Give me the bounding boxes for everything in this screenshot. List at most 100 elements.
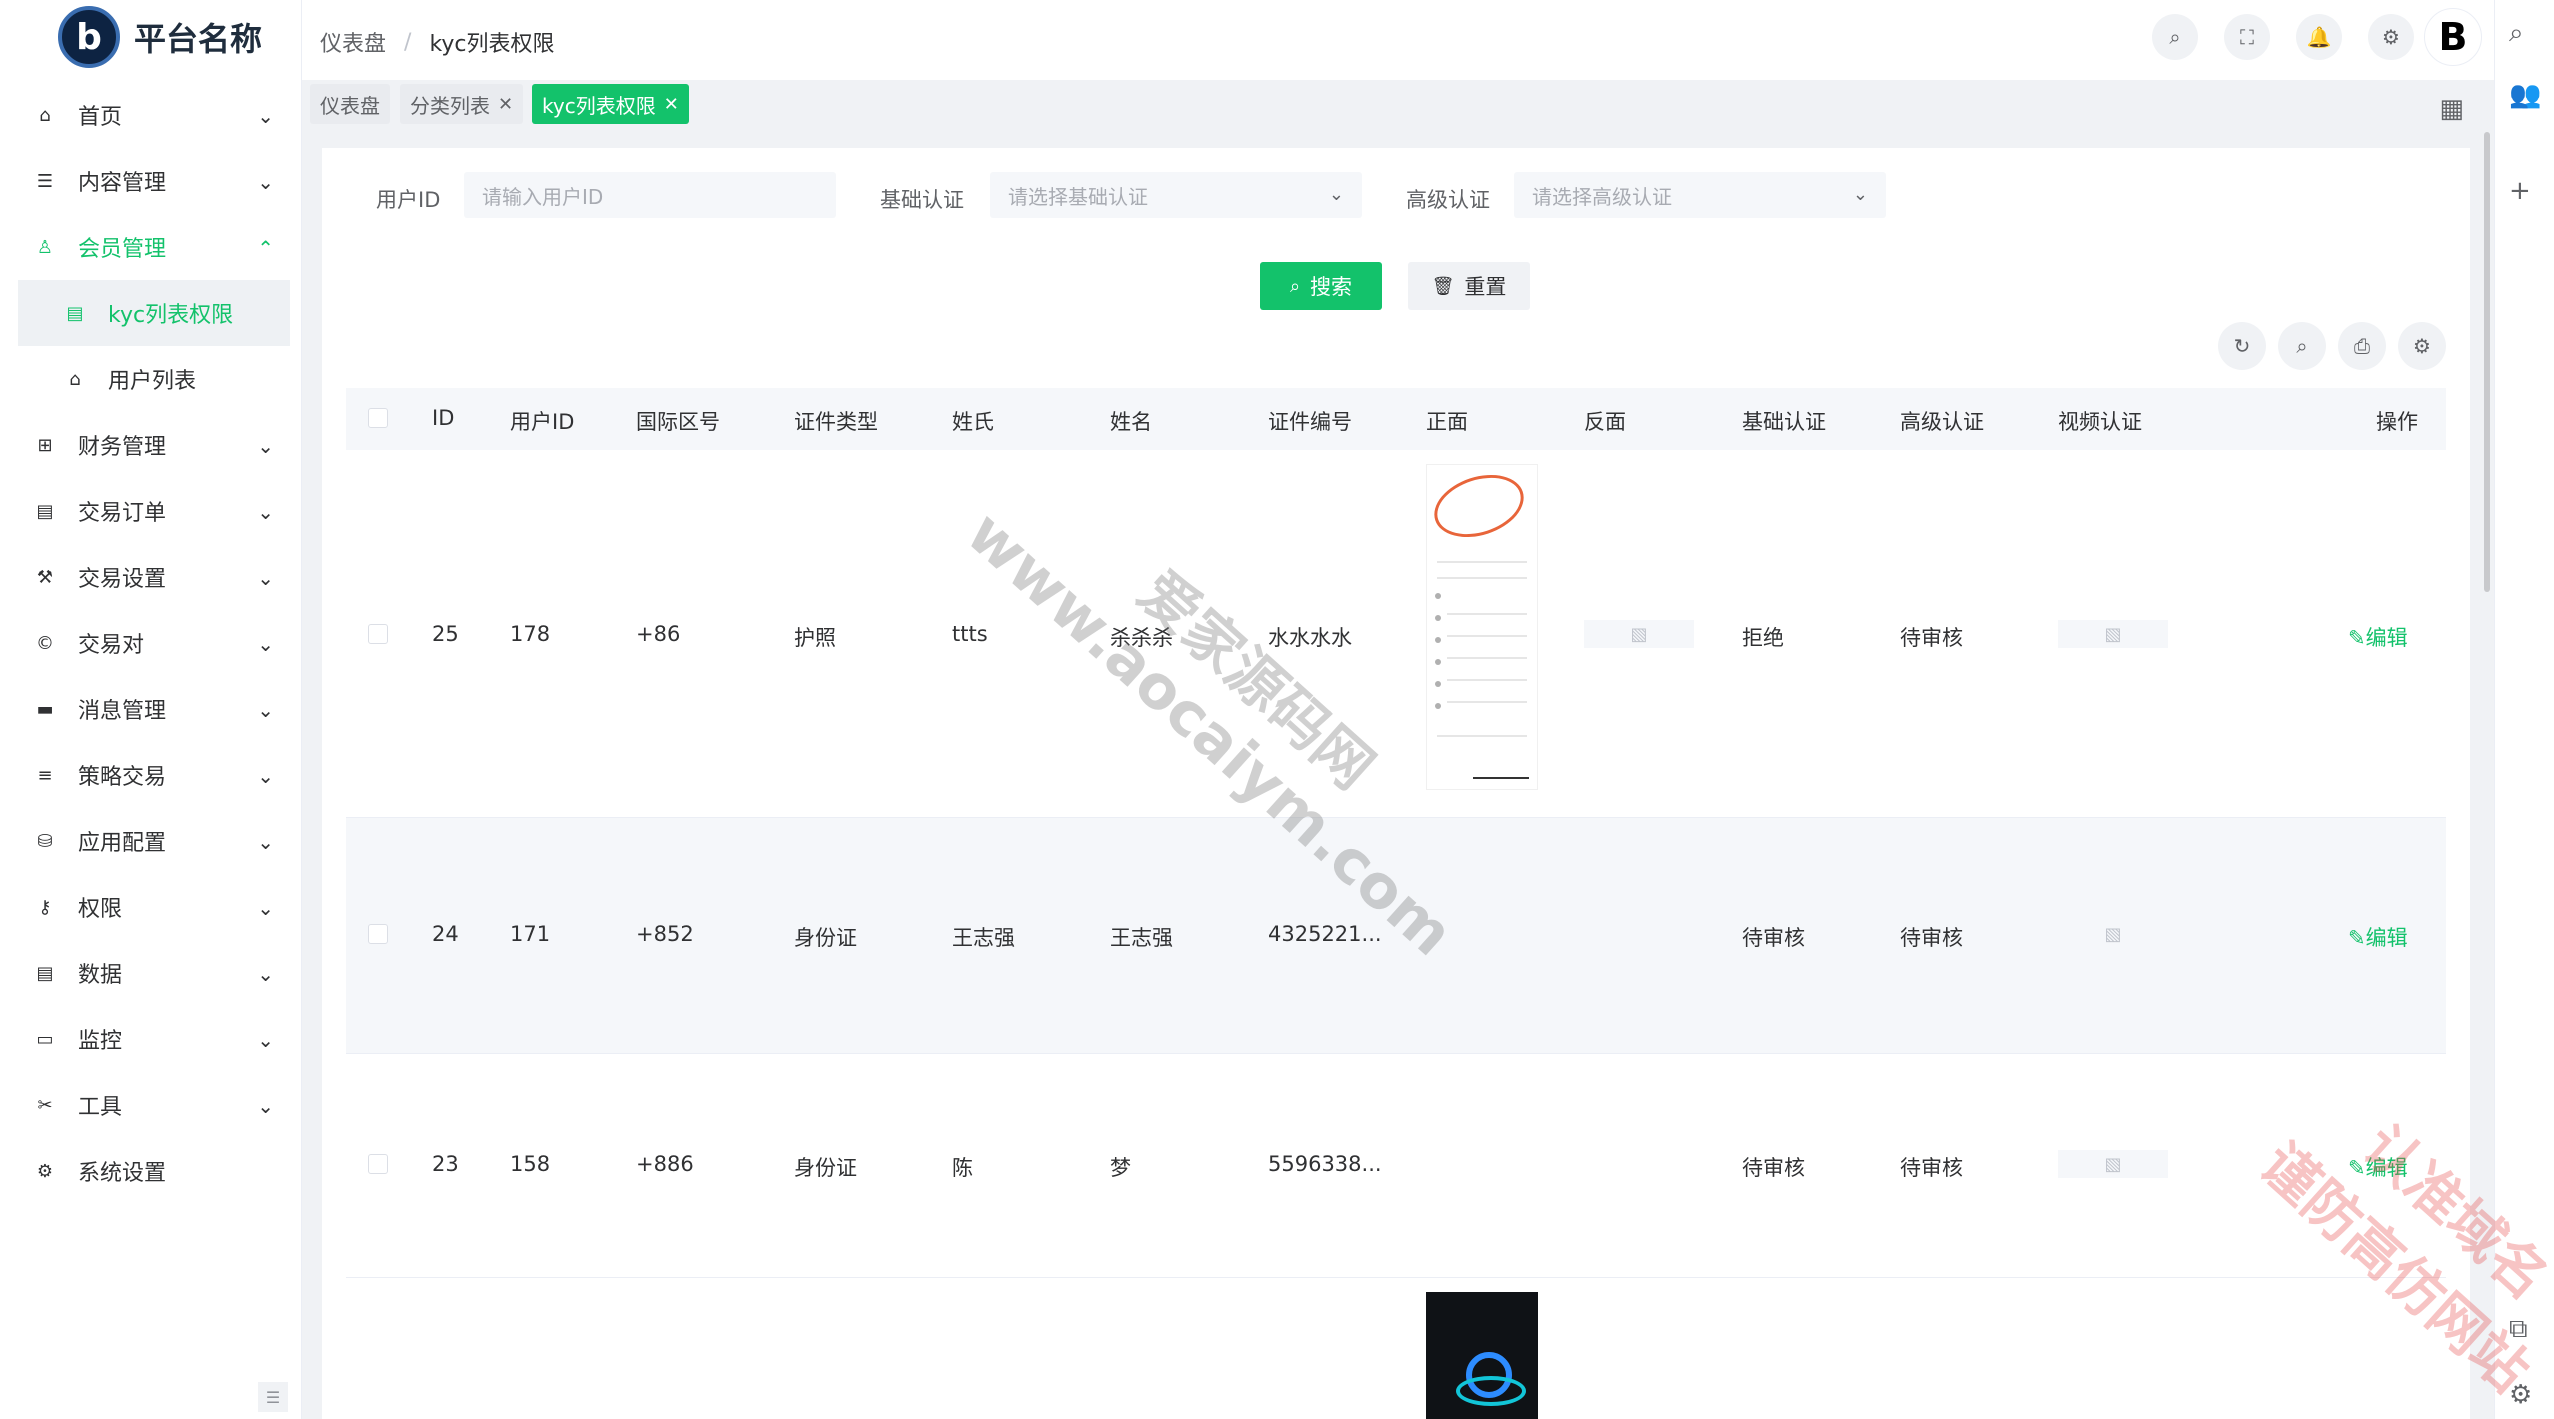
print-icon[interactable]: ⎙ (2338, 322, 2386, 370)
avatar[interactable]: B (2424, 8, 2482, 66)
tag-kyc-list[interactable]: kyc列表权限 ✕ (532, 84, 689, 124)
cell-user-id: 158 (510, 1152, 551, 1176)
breadcrumb: 仪表盘 / kyc列表权限 (320, 26, 555, 58)
tag-label: kyc列表权限 (542, 93, 656, 118)
front-image[interactable] (1426, 1292, 1538, 1419)
gear-icon[interactable]: ⚙ (2509, 1380, 2532, 1410)
search-button[interactable]: ⌕ 搜索 (1260, 262, 1382, 310)
screenshot-dot (1435, 681, 1441, 687)
advanced-auth-label: 高级认证 (1406, 188, 1490, 212)
basic-auth-placeholder: 请选择基础认证 (1008, 184, 1148, 209)
sidebar-item[interactable]: © 交易对 ⌄ (18, 610, 290, 676)
cell-area-code: +852 (636, 922, 694, 946)
row-checkbox[interactable] (368, 1154, 388, 1174)
sidebar-item[interactable]: ♙ 会员管理 ⌃ (18, 214, 290, 280)
sidebar-item[interactable]: ⛁ 应用配置 ⌄ (18, 808, 290, 874)
chevron-down-icon: ⌄ (257, 434, 274, 458)
sidebar-item-label: 会员管理 (78, 237, 167, 262)
logo[interactable]: b 平台名称 (58, 6, 262, 68)
scrollbar-thumb[interactable] (2484, 132, 2490, 592)
select-all-checkbox[interactable] (368, 408, 388, 428)
sidebar-item-label: 应用配置 (78, 831, 167, 856)
cell-surname: ttts (952, 622, 988, 646)
sidebar-item[interactable]: ✂ 工具 ⌄ (18, 1072, 290, 1138)
reset-button[interactable]: 🗑 重置 (1408, 262, 1530, 310)
sidebar-item[interactable]: ▤ 交易订单 ⌄ (18, 478, 290, 544)
search-icon[interactable]: ⌕ (2278, 322, 2326, 370)
add-icon[interactable]: + (2509, 176, 2531, 206)
basic-auth-label: 基础认证 (880, 188, 964, 212)
refresh-icon[interactable]: ↻ (2218, 322, 2266, 370)
sidebar-item[interactable]: ▤ 数据 ⌄ (18, 940, 290, 1006)
user-id-input[interactable]: 请输入用户ID (464, 172, 836, 218)
cell-id: 23 (432, 1152, 459, 1176)
cell-basic-auth: 拒绝 (1742, 626, 1784, 650)
sidebar-item[interactable]: ▤ kyc列表权限 (18, 280, 290, 346)
edit-button[interactable]: ✎编辑 (2348, 622, 2408, 652)
advanced-auth-select[interactable]: 请选择高级认证 ⌄ (1514, 172, 1886, 218)
cell-id: 25 (432, 622, 459, 646)
close-icon[interactable]: ✕ (498, 94, 513, 115)
gear-icon[interactable]: ⚙ (2368, 14, 2414, 60)
chevron-down-icon: ⌄ (257, 170, 274, 194)
tag-category-list[interactable]: 分类列表 ✕ (400, 84, 524, 124)
sidebar-item[interactable]: ▬ 消息管理 ⌄ (18, 676, 290, 742)
edit-button[interactable]: ✎编辑 (2348, 1152, 2408, 1182)
app-logo-ring (1456, 1376, 1526, 1406)
sidebar-item[interactable]: ⚒ 交易设置 ⌄ (18, 544, 290, 610)
sidebar-item[interactable]: ⊞ 财务管理 ⌄ (18, 412, 290, 478)
sidebar-item[interactable]: ⌂ 首页 ⌄ (18, 82, 290, 148)
tag-dashboard[interactable]: 仪表盘 (310, 84, 390, 124)
cell-doc-type: 身份证 (794, 926, 857, 950)
cell-basic-auth: 待审核 (1742, 926, 1805, 950)
cell-doc-no: 4325221... (1268, 922, 1382, 946)
sidebar-item[interactable]: ▭ 监控 ⌄ (18, 1006, 290, 1072)
edit-button[interactable]: ✎编辑 (2348, 922, 2408, 952)
image-placeholder-icon: ▧ (1584, 620, 1694, 648)
cell-advanced-auth: 待审核 (1900, 1156, 1963, 1180)
sidebar-item-label: 内容管理 (78, 171, 167, 196)
search-button-label: 搜索 (1310, 275, 1353, 299)
column-header: ID (432, 406, 455, 430)
chevron-down-icon: ⌄ (257, 1094, 274, 1118)
sidebar-item[interactable]: ⌂ 用户列表 (18, 346, 290, 412)
close-icon[interactable]: ✕ (664, 94, 679, 115)
cell-doc-type: 护照 (794, 626, 836, 650)
sidebar-menu: ⌂ 首页 ⌄ ☰ 内容管理 ⌄ ♙ 会员管理 ⌃ ▤ kyc列表权限 ⌂ 用户列表 ⊞ 财务管理 ⌄ ▤ 交易订单… (18, 82, 290, 1204)
row-checkbox[interactable] (368, 924, 388, 944)
screenshot-line (1447, 701, 1527, 703)
table-toolbar: ↻ ⌕ ⎙ ⚙ (2206, 322, 2446, 370)
fullscreen-icon[interactable]: ⛶ (2224, 14, 2270, 60)
image-placeholder-icon: ▧ (2104, 923, 2122, 945)
sidebar-item-label: 消息管理 (78, 699, 167, 724)
chevron-down-icon: ⌄ (257, 500, 274, 524)
column-header: 证件类型 (794, 410, 878, 434)
sidebar-item[interactable]: ☰ 内容管理 ⌄ (18, 148, 290, 214)
screenshot-line (1473, 777, 1529, 779)
row-checkbox[interactable] (368, 624, 388, 644)
cell-advanced-auth: 待审核 (1900, 626, 1963, 650)
apps-grid-icon[interactable]: ▦ (2439, 94, 2464, 124)
screenshot-line (1437, 735, 1527, 737)
sidebar-item-label: kyc列表权限 (108, 303, 234, 328)
screenshot-icon[interactable]: ⧉ (2509, 1314, 2528, 1345)
scrollbar[interactable] (2482, 130, 2492, 1419)
bell-icon[interactable]: 🔔 (2296, 14, 2342, 60)
users-icon[interactable]: 👥 (2509, 80, 2541, 110)
collapse-sidebar-icon[interactable]: ☰ (258, 1382, 288, 1412)
sidebar-item[interactable]: ⚷ 权限 ⌄ (18, 874, 290, 940)
chevron-down-icon: ⌄ (257, 104, 274, 128)
sidebar-item[interactable]: ≡ 策略交易 ⌄ (18, 742, 290, 808)
front-image[interactable] (1426, 464, 1538, 790)
basic-auth-select[interactable]: 请选择基础认证 ⌄ (990, 172, 1362, 218)
column-header: 国际区号 (636, 410, 720, 434)
search-icon[interactable]: ⌕ (2152, 14, 2198, 60)
cell-advanced-auth: 待审核 (1900, 926, 1963, 950)
sidebar-item[interactable]: ⚙ 系统设置 (18, 1138, 290, 1204)
kyc-table: ID 用户ID 国际区号 证件类型 姓氏 姓名 证件编号 正面 反面 基础认证 … (346, 388, 2446, 1419)
cell-user-id: 171 (510, 922, 551, 946)
gear-icon[interactable]: ⚙ (2398, 322, 2446, 370)
breadcrumb-item-dashboard[interactable]: 仪表盘 (320, 26, 386, 58)
search-icon[interactable]: ⌕ (2509, 18, 2524, 49)
sidebar-item-label: 交易设置 (78, 567, 167, 592)
